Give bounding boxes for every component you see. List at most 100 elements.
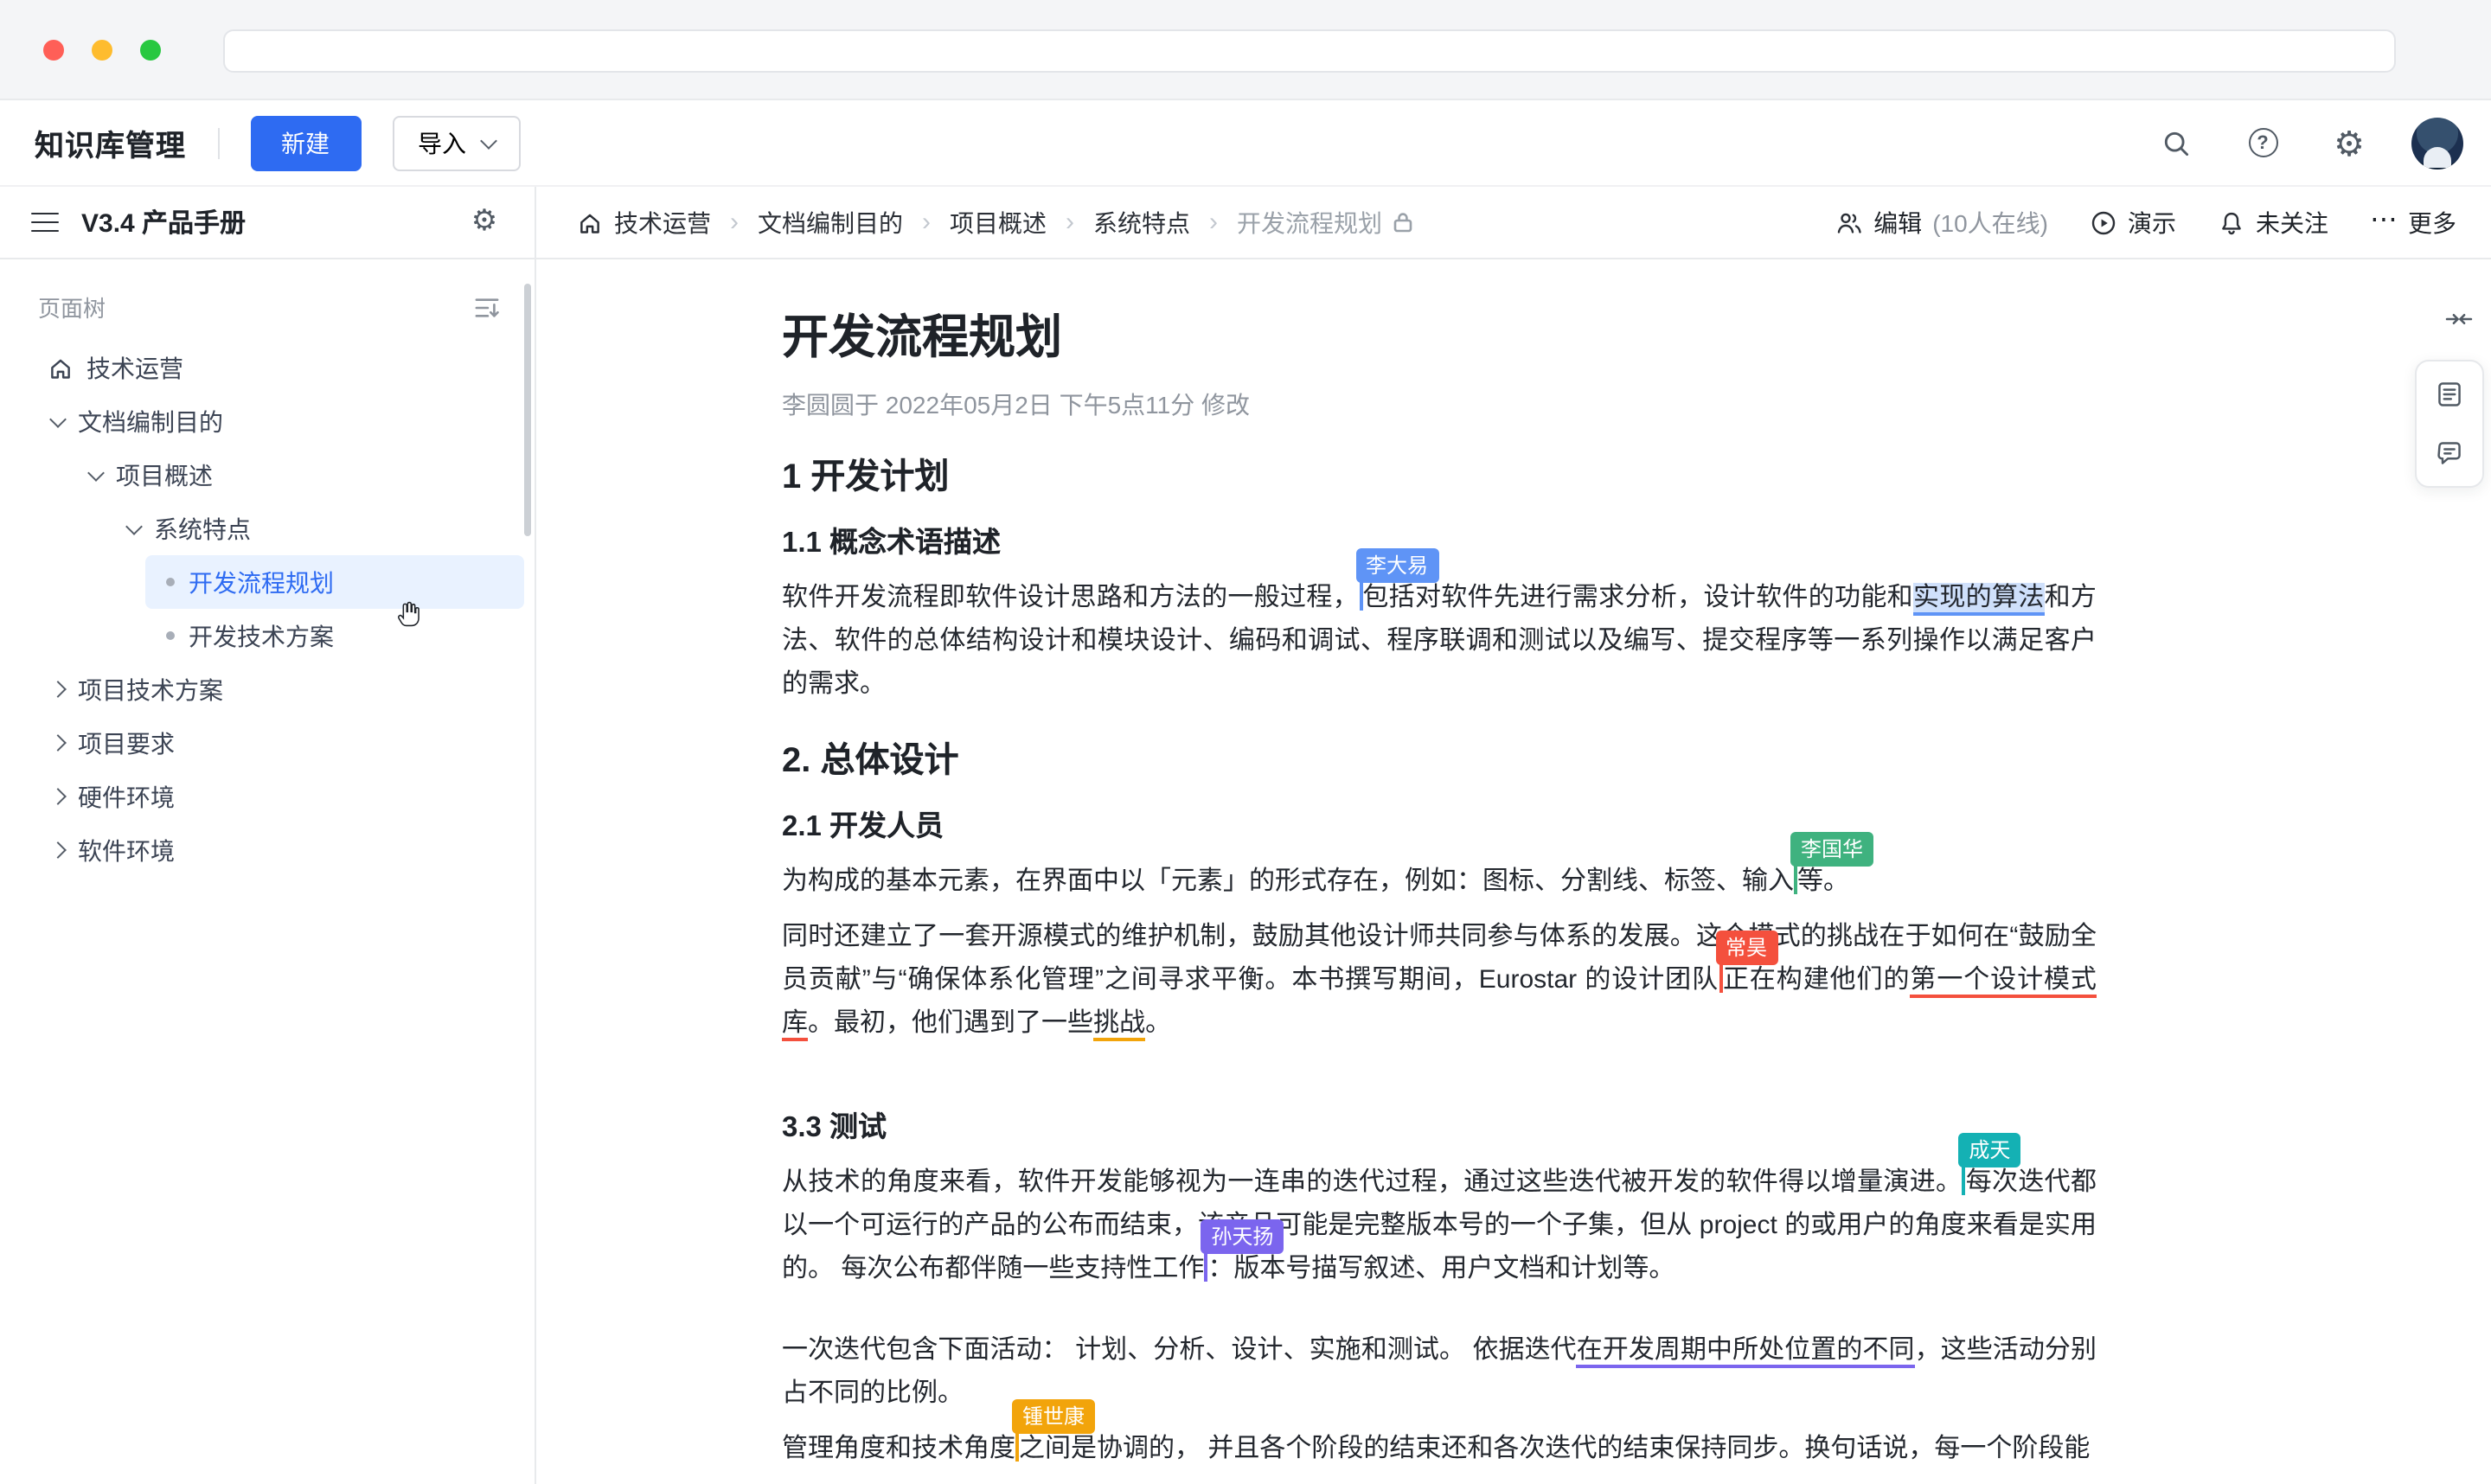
paragraph-concept-terms: 软件开发流程即软件设计思路和方法的一般过程，李大易包括对软件先进行需求分析，设计… [782, 576, 2097, 706]
page-tree-header: 页面树 [0, 259, 535, 341]
breadcrumb-item-system-features[interactable]: 系统特点 [1093, 205, 1190, 240]
present-button[interactable]: 演示 [2090, 205, 2176, 240]
minimize-button[interactable] [92, 39, 112, 60]
breadcrumb-label: 技术运营 [614, 205, 711, 240]
breadcrumb-item-doc-purpose[interactable]: 文档编制目的 [758, 205, 903, 240]
chevron-right-icon[interactable] [49, 841, 67, 859]
breadcrumb: 技术运营 › 文档编制目的 › 项目概述 › 系统特点 › 开发流程规划 [578, 205, 1413, 240]
sidebar-item-dev-process-plan[interactable]: 开发流程规划 [145, 555, 524, 609]
follow-label: 未关注 [2256, 205, 2328, 240]
last-modified-byline: 李圆圆于 2022年05月2日 下午5点11分 修改 [782, 387, 2097, 422]
more-icon: ⋯ [2370, 207, 2398, 234]
import-button[interactable]: 导入 [392, 115, 520, 170]
sidebar-item-tech-operations[interactable]: 技术运营 [0, 341, 535, 394]
gear-icon: ⚙ [2334, 125, 2365, 160]
main-area: 技术运营 › 文档编制目的 › 项目概述 › 系统特点 › 开发流程规划 [536, 187, 2491, 1484]
present-label: 演示 [2128, 205, 2176, 240]
lock-icon [1393, 211, 1413, 233]
address-bar[interactable] [223, 29, 2396, 73]
text-run: 管理角度和技术角度 [782, 1434, 1015, 1463]
sidebar-item-project-overview[interactable]: 项目概述 [0, 448, 535, 502]
online-count: (10人在线) [1932, 205, 2048, 240]
text-run: 包括对软件先进行需求分析，设计软件的功能和 [1362, 583, 1913, 612]
sidebar-item-label: 项目概述 [116, 457, 213, 492]
outline-button[interactable] [2422, 367, 2477, 422]
paragraph-iteration-activities: 一次迭代包含下面活动： 计划、分析、设计、实施和测试。 依据迭代在开发周期中所处… [782, 1328, 2097, 1415]
sidebar-item-software-env[interactable]: 软件环境 [0, 823, 535, 877]
breadcrumb-separator: › [1209, 208, 1218, 237]
breadcrumb-item-project-overview[interactable]: 项目概述 [950, 205, 1047, 240]
text-run: 等。 [1797, 867, 1849, 896]
close-button[interactable] [43, 39, 64, 60]
chevron-right-icon[interactable] [49, 681, 67, 698]
heading-concept-terms: 1.1 概念术语描述 [782, 522, 2097, 564]
text-run: 从技术的角度来看，软件开发能够视为一连串的迭代过程，通过这些迭代被开发的软件得以… [782, 1167, 1962, 1197]
sidebar-item-label: 项目技术方案 [78, 672, 223, 707]
text-run: 软件开发流程即软件设计思路和方法的一般过程， [782, 583, 1359, 612]
page-tree-label: 页面树 [38, 291, 106, 323]
sidebar-item-doc-purpose[interactable]: 文档编制目的 [0, 394, 535, 448]
collaborators-icon [1835, 208, 1863, 236]
more-label: 更多 [2408, 205, 2456, 240]
new-button[interactable]: 新建 [250, 115, 361, 170]
edit-button[interactable]: 编辑 (10人在线) [1835, 205, 2048, 240]
document-canvas: 开发流程规划 李圆圆于 2022年05月2日 下午5点11分 修改 1 开发计划… [536, 259, 2491, 1484]
sidebar-item-label: 技术运营 [86, 350, 183, 385]
collapse-all-icon[interactable] [474, 295, 500, 319]
text-run: ：版本号描写叙述、用户文档和计划等。 [1207, 1254, 1675, 1283]
help-button[interactable]: ? [2238, 118, 2287, 167]
hamburger-icon[interactable] [31, 212, 59, 233]
settings-button[interactable]: ⚙ [2325, 118, 2373, 167]
paragraph-iterations: 从技术的角度来看，软件开发能够视为一连串的迭代过程，通过这些迭代被开发的软件得以… [782, 1161, 2097, 1290]
more-button[interactable]: ⋯ 更多 [2370, 205, 2456, 240]
divider [217, 127, 219, 158]
help-icon: ? [2248, 128, 2277, 157]
avatar[interactable] [2411, 117, 2463, 169]
collab-caret-li-dayi: 李大易 [1359, 579, 1362, 611]
collab-caret-li-guohua: 李国华 [1794, 863, 1797, 894]
chevron-right-icon[interactable] [49, 734, 67, 752]
zoom-button[interactable] [140, 39, 161, 60]
heading-dev-plan: 1 开发计划 [782, 453, 2097, 502]
collapse-width-button[interactable] [2444, 304, 2474, 339]
sidebar-item-label: 开发技术方案 [189, 618, 334, 653]
sidebar-item-project-tech-scheme[interactable]: 项目技术方案 [0, 662, 535, 716]
gear-icon: ⚙ [471, 208, 498, 237]
collab-caret-cheng-tian: 成天 [1962, 1164, 1965, 1195]
search-icon [2161, 127, 2192, 158]
space-settings-button[interactable]: ⚙ [465, 203, 503, 241]
chevron-right-icon[interactable] [49, 788, 67, 805]
sidebar-item-label: 系统特点 [154, 511, 251, 546]
bullet-icon [166, 578, 175, 586]
sidebar-item-system-features[interactable]: 系统特点 [0, 502, 535, 555]
breadcrumb-separator: › [922, 208, 931, 237]
breadcrumb-bar: 技术运营 › 文档编制目的 › 项目概述 › 系统特点 › 开发流程规划 [536, 187, 2491, 259]
chevron-down-icon [479, 131, 496, 149]
sidebar-item-project-requirements[interactable]: 项目要求 [0, 716, 535, 770]
comments-button[interactable] [2422, 425, 2477, 481]
underlined-text-orange: 挑战 [1093, 1008, 1145, 1041]
sidebar-item-hardware-env[interactable]: 硬件环境 [0, 770, 535, 823]
collab-caret-zhong-shikang: 锺世康 [1015, 1430, 1019, 1462]
home-icon [578, 210, 602, 234]
chevron-down-icon[interactable] [49, 411, 67, 428]
collab-badge-chang-hao: 常昊 [1715, 931, 1777, 965]
text-run: 。最初，他们遇到了一些 [808, 1008, 1093, 1038]
sidebar-item-label: 项目要求 [78, 726, 175, 760]
comment-icon [2436, 439, 2463, 467]
breadcrumb-item-tech-operations[interactable]: 技术运营 [578, 205, 711, 240]
chevron-down-icon[interactable] [125, 518, 143, 535]
import-button-label: 导入 [418, 125, 466, 160]
sidebar-scrollbar[interactable] [524, 284, 531, 536]
chevron-down-icon[interactable] [87, 464, 105, 482]
app-header-left: 知识库管理 新建 导入 [35, 115, 520, 170]
sidebar-item-dev-tech-scheme[interactable]: 开发技术方案 [0, 609, 535, 662]
app-header: 知识库管理 新建 导入 ? ⚙ [0, 100, 2491, 187]
paragraph-elements: 为构成的基本元素，在界面中以「元素」的形式存在，例如：图标、分割线、标签、输入李… [782, 860, 2097, 903]
breadcrumb-label: 开发流程规划 [1237, 205, 1382, 240]
side-tools-panel [2415, 360, 2484, 488]
search-button[interactable] [2152, 118, 2200, 167]
follow-button[interactable]: 未关注 [2218, 205, 2328, 240]
collab-caret-sun-tianyang: 孙天扬 [1204, 1251, 1207, 1282]
collapse-width-icon [2444, 304, 2474, 334]
